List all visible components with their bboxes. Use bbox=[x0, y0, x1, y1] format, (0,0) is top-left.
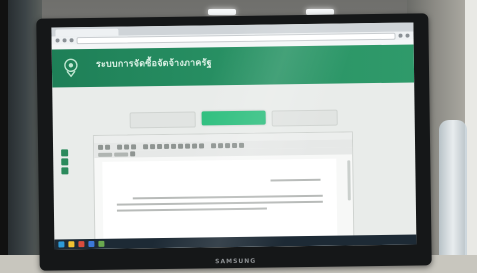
monitor: ระบบการจัดซื้อจัดจ้างภาครัฐ SAMSUNG bbox=[36, 13, 432, 271]
list-icon[interactable] bbox=[211, 142, 217, 148]
align-right-icon[interactable] bbox=[192, 143, 198, 149]
link-icon[interactable] bbox=[232, 142, 238, 148]
back-icon[interactable] bbox=[55, 38, 60, 43]
monitor-brand-logo: SAMSUNG bbox=[215, 257, 257, 266]
star-icon[interactable] bbox=[398, 33, 403, 38]
step-tab-3[interactable] bbox=[271, 109, 338, 127]
italic-icon[interactable] bbox=[157, 143, 163, 149]
header-department bbox=[334, 65, 404, 70]
chrome-icon[interactable] bbox=[78, 241, 85, 248]
text-color-icon[interactable] bbox=[130, 151, 136, 157]
table-icon[interactable] bbox=[218, 142, 224, 148]
justify-icon[interactable] bbox=[199, 142, 205, 148]
redo-icon[interactable] bbox=[105, 144, 111, 150]
font-select[interactable] bbox=[98, 152, 113, 157]
header-user-info bbox=[334, 53, 404, 72]
step-tabs bbox=[75, 109, 393, 129]
size-select[interactable] bbox=[114, 151, 129, 157]
side-toolbar bbox=[61, 149, 69, 176]
side-tool-icon[interactable] bbox=[61, 149, 69, 157]
government-emblem-icon[interactable] bbox=[62, 57, 80, 78]
main-content bbox=[61, 107, 395, 250]
reload-icon[interactable] bbox=[69, 38, 74, 43]
editor-scrollbar[interactable] bbox=[347, 160, 351, 201]
find-icon[interactable] bbox=[143, 143, 149, 149]
bold-icon[interactable] bbox=[150, 143, 156, 149]
browser-tab[interactable] bbox=[55, 28, 119, 37]
document-editor bbox=[92, 131, 355, 249]
word-icon[interactable] bbox=[88, 240, 95, 248]
cut-icon[interactable] bbox=[117, 144, 123, 150]
app-icon[interactable] bbox=[98, 240, 105, 247]
header-date bbox=[334, 53, 404, 58]
step-tab-1[interactable] bbox=[129, 111, 196, 129]
document-page[interactable] bbox=[102, 158, 338, 244]
image-icon[interactable] bbox=[225, 142, 231, 148]
forward-icon[interactable] bbox=[62, 38, 67, 43]
site-title: ระบบการจัดซื้อจัดจ้างภาครัฐ bbox=[95, 58, 212, 70]
side-tool-icon[interactable] bbox=[61, 167, 69, 175]
paste-icon[interactable] bbox=[131, 143, 137, 149]
header-user bbox=[334, 59, 404, 64]
document-line bbox=[270, 178, 321, 182]
document-heading bbox=[102, 167, 336, 170]
screen: ระบบการจัดซื้อจัดจ้างภาครัฐ bbox=[51, 22, 417, 250]
step-tab-2[interactable] bbox=[201, 110, 266, 126]
menu-icon[interactable] bbox=[405, 33, 410, 38]
side-tool-icon[interactable] bbox=[61, 158, 69, 166]
document-line bbox=[132, 194, 323, 200]
site-header: ระบบการจัดซื้อจัดจ้างภาครัฐ bbox=[51, 44, 415, 88]
ceiling-light bbox=[208, 9, 236, 15]
document-line bbox=[116, 200, 323, 206]
source-icon[interactable] bbox=[239, 142, 245, 148]
explorer-icon[interactable] bbox=[68, 241, 75, 248]
document-line bbox=[116, 207, 267, 212]
water-bottle bbox=[439, 120, 467, 260]
strike-icon[interactable] bbox=[171, 143, 177, 149]
start-icon[interactable] bbox=[58, 241, 65, 248]
background-left-edge bbox=[0, 0, 8, 273]
undo-icon[interactable] bbox=[98, 144, 104, 150]
align-center-icon[interactable] bbox=[185, 143, 191, 149]
copy-icon[interactable] bbox=[124, 143, 130, 150]
align-left-icon[interactable] bbox=[178, 143, 184, 149]
underline-icon[interactable] bbox=[164, 143, 170, 149]
